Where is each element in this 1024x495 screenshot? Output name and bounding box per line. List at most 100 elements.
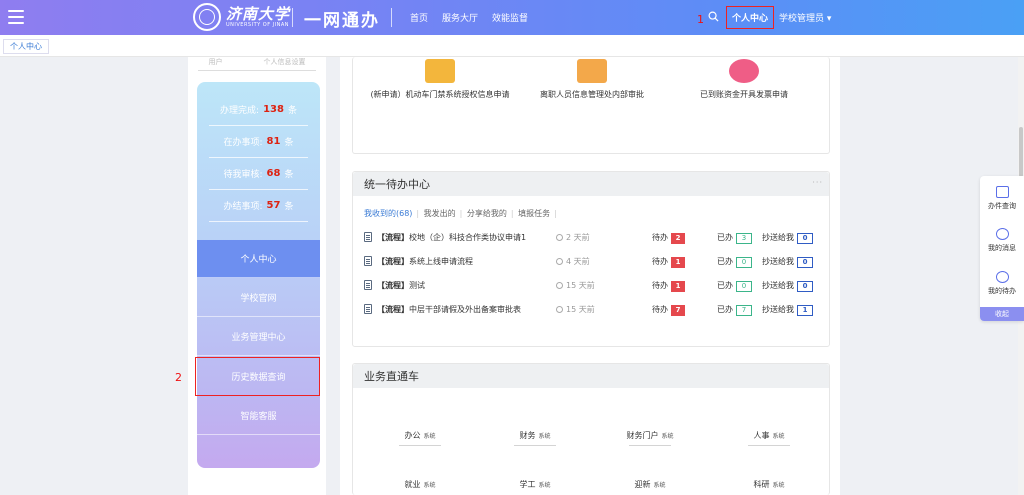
todo-card-header: 统一待办中心 ··· bbox=[353, 172, 829, 196]
system-employment[interactable]: 就业 系统 bbox=[391, 479, 449, 490]
nav-service-hall[interactable]: 服务大厅 bbox=[442, 11, 478, 24]
pending-count[interactable]: 1 bbox=[671, 257, 685, 268]
search-icon[interactable] bbox=[708, 11, 719, 22]
done-count[interactable]: 0 bbox=[736, 281, 752, 292]
todo-title[interactable]: 中层干部请假及外出备案审批表 bbox=[409, 305, 521, 314]
stat-value[interactable]: 81 bbox=[267, 136, 281, 147]
left-top-user[interactable]: 用户 bbox=[209, 57, 223, 71]
annotation-2: 2 bbox=[175, 371, 182, 384]
done-count[interactable]: 3 bbox=[736, 233, 752, 244]
stat-unit: 条 bbox=[284, 169, 294, 180]
cc-count[interactable]: 0 bbox=[797, 257, 813, 268]
stat-completed: 办理完成: 138 条 bbox=[197, 98, 320, 120]
user-role-dropdown[interactable]: 学校管理员 ▾ bbox=[779, 11, 831, 24]
app-vehicle-access[interactable]: (新申请）机动车门禁系统授权信息申请 bbox=[365, 59, 515, 100]
stat-label: 办结事项: bbox=[223, 201, 263, 212]
collapse-button[interactable]: 收起 bbox=[980, 307, 1024, 321]
nav-home[interactable]: 首页 bbox=[410, 11, 428, 24]
stat-unit: 条 bbox=[287, 105, 297, 116]
stat-in-progress: 在办事项: 81 条 bbox=[197, 130, 320, 152]
system-finance-portal[interactable]: 财务门户 系统 bbox=[621, 430, 679, 446]
system-research[interactable]: 科研 系统 bbox=[740, 479, 798, 490]
person-icon bbox=[577, 59, 607, 83]
stat-value[interactable]: 138 bbox=[263, 104, 284, 115]
cc-count[interactable]: 0 bbox=[797, 281, 813, 292]
cc-count[interactable]: 0 bbox=[797, 233, 813, 244]
pending-count[interactable]: 1 bbox=[671, 281, 685, 292]
float-panel: 办件查询 我的消息 我的待办 收起 bbox=[980, 176, 1024, 321]
float-my-todo[interactable]: 我的待办 bbox=[980, 271, 1024, 296]
cc-label: 抄送给我 bbox=[762, 281, 794, 290]
clock-icon bbox=[995, 271, 1009, 283]
done-count[interactable]: 7 bbox=[736, 305, 752, 316]
todo-card: 统一待办中心 ··· 我收到的(68) | 我发出的 | 分享给我的 | 填报任务 | … bbox=[352, 171, 830, 347]
stat-divider bbox=[209, 125, 308, 126]
stat-label: 办理完成: bbox=[220, 105, 260, 116]
side-nav-business-center[interactable]: 业务管理中心 bbox=[197, 318, 320, 356]
stat-value[interactable]: 68 bbox=[267, 168, 281, 179]
more-icon[interactable]: ··· bbox=[812, 178, 823, 187]
system-student-affairs[interactable]: 学工 系统 bbox=[506, 479, 564, 490]
top-nav: 首页 服务大厅 效能监督 bbox=[410, 11, 528, 24]
done-count[interactable]: 0 bbox=[736, 257, 752, 268]
todo-title[interactable]: 测试 bbox=[409, 281, 425, 290]
todo-title[interactable]: 校地（企）科技合作类协议申请1 bbox=[409, 233, 526, 242]
message-icon bbox=[995, 228, 1009, 240]
side-nav-personal-center[interactable]: 个人中心 bbox=[197, 240, 320, 278]
app-invoice-request[interactable]: 已到账资金开具发票申请 bbox=[669, 59, 819, 100]
todo-tab-received[interactable]: 我收到的(68) bbox=[364, 209, 412, 218]
business-card-header: 业务直通车 bbox=[353, 364, 829, 388]
cc-count[interactable]: 1 bbox=[797, 305, 813, 316]
system-finance[interactable]: 财务 系统 bbox=[506, 430, 564, 446]
tab-bar: 个人中心 bbox=[0, 35, 1024, 57]
tab-personal-center[interactable]: 个人中心 bbox=[3, 39, 49, 54]
car-icon bbox=[425, 59, 455, 83]
float-case-query[interactable]: 办件查询 bbox=[980, 186, 1024, 211]
clock-icon bbox=[556, 282, 563, 289]
todo-tab-shared[interactable]: 分享给我的 bbox=[467, 209, 507, 218]
annotation-1: 1 bbox=[697, 13, 704, 26]
left-top-settings[interactable]: 个人信息设置 bbox=[264, 57, 306, 71]
stat-to-review: 待我审核: 68 条 bbox=[197, 162, 320, 184]
stat-closed: 办结事项: 57 条 bbox=[197, 194, 320, 216]
system-hr[interactable]: 人事 系统 bbox=[740, 430, 798, 446]
stat-divider bbox=[209, 221, 308, 222]
app-label: 已到账资金开具发票申请 bbox=[700, 90, 788, 99]
document-icon bbox=[364, 304, 372, 314]
nav-efficiency[interactable]: 效能监督 bbox=[492, 11, 528, 24]
pending-label: 待办 bbox=[652, 281, 668, 290]
todo-tag: 【流程】 bbox=[377, 305, 409, 314]
todo-row[interactable]: 【流程】测试 15 天前 待办 1 已办 0 抄送给我 0 bbox=[364, 278, 824, 294]
annotation-box-2 bbox=[195, 357, 320, 396]
clock-icon bbox=[556, 234, 563, 241]
todo-card-title: 统一待办中心 bbox=[364, 178, 430, 191]
done-label: 已办 bbox=[717, 257, 733, 266]
side-nav-smart-service[interactable]: 智能客服 bbox=[197, 397, 320, 435]
side-nav-school-site[interactable]: 学校官网 bbox=[197, 279, 320, 317]
clock-icon bbox=[556, 306, 563, 313]
pending-count[interactable]: 7 bbox=[671, 305, 685, 316]
system-freshmen[interactable]: 迎新 系统 bbox=[621, 479, 679, 490]
float-my-messages[interactable]: 我的消息 bbox=[980, 228, 1024, 253]
stat-value[interactable]: 57 bbox=[267, 200, 281, 211]
document-icon bbox=[364, 256, 372, 266]
brand-title: 一网通办 bbox=[304, 11, 380, 31]
todo-tab-sent[interactable]: 我发出的 bbox=[424, 209, 456, 218]
pending-label: 待办 bbox=[652, 257, 668, 266]
todo-title[interactable]: 系统上线申请流程 bbox=[409, 257, 473, 266]
todo-tab-fill[interactable]: 填报任务 bbox=[518, 209, 550, 218]
system-office[interactable]: 办公 系统 bbox=[391, 430, 449, 446]
todo-row[interactable]: 【流程】校地（企）科技合作类协议申请1 2 天前 待办 2 已办 3 抄送给我 0 bbox=[364, 230, 824, 246]
todo-row[interactable]: 【流程】中层干部请假及外出备案审批表 15 天前 待办 7 已办 7 抄送给我 1 bbox=[364, 302, 824, 318]
top-header: 济南大学 UNIVERSITY OF JINAN 一网通办 首页 服务大厅 效能… bbox=[0, 0, 1024, 35]
scrollbar-thumb[interactable] bbox=[1019, 127, 1023, 177]
done-label: 已办 bbox=[717, 305, 733, 314]
app-resign-approval[interactable]: 离职人员信息管理处内部审批 bbox=[517, 59, 667, 100]
menu-icon[interactable] bbox=[8, 10, 24, 24]
personal-center-button[interactable]: 个人中心 bbox=[726, 6, 774, 29]
pending-count[interactable]: 2 bbox=[671, 233, 685, 244]
app-label: (新申请）机动车门禁系统授权信息申请 bbox=[370, 90, 510, 99]
todo-tabs: 我收到的(68) | 我发出的 | 分享给我的 | 填报任务 | bbox=[364, 209, 557, 218]
done-label: 已办 bbox=[717, 233, 733, 242]
todo-row[interactable]: 【流程】系统上线申请流程 4 天前 待办 1 已办 0 抄送给我 0 bbox=[364, 254, 824, 270]
